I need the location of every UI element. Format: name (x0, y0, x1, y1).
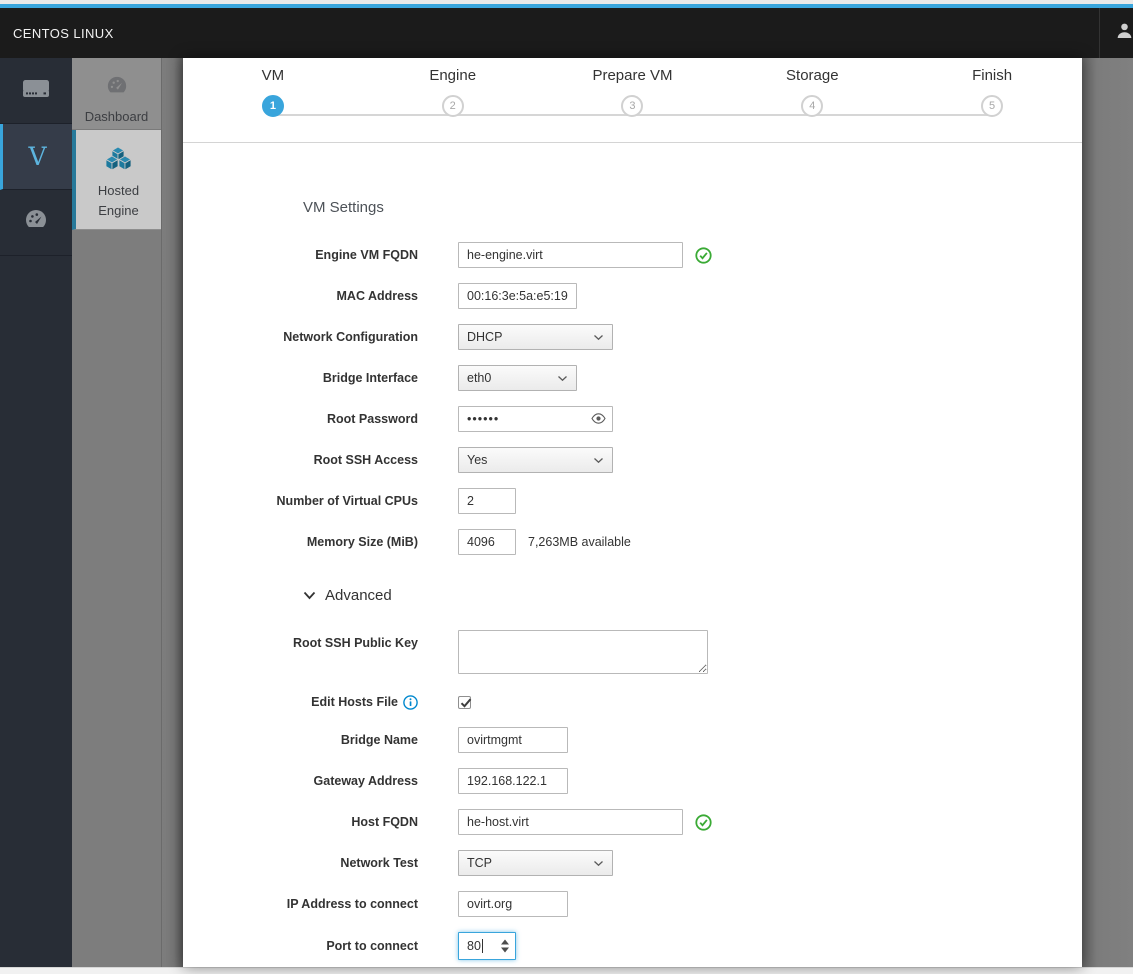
hosted-engine-label-line1: Hosted (97, 183, 140, 198)
memory-available-note: 7,263MB available (528, 535, 631, 549)
root-ssh-public-key-label: Root SSH Public Key (292, 636, 418, 650)
text-caret (481, 939, 483, 953)
section-title: VM Settings (303, 199, 384, 216)
host-fqdn-label: Host FQDN (351, 815, 418, 829)
check-circle-icon (695, 246, 712, 264)
bridge-interface-select[interactable]: eth0 (458, 365, 577, 391)
wizard-steps-header: VM 1 Engine 2 Prepare VM 3 Storage 4 Fin… (183, 58, 1082, 143)
root-ssh-access-label: Root SSH Access (313, 453, 418, 467)
wizard-steps: VM 1 Engine 2 Prepare VM 3 Storage 4 Fin… (183, 58, 1082, 117)
vm-settings-form: VM Settings Engine VM FQDN MAC Address N… (183, 143, 1082, 967)
bridge-name-input[interactable] (458, 727, 568, 753)
chevron-down-icon (303, 587, 316, 604)
step-storage[interactable]: Storage 4 (722, 67, 902, 117)
navbar-right (1099, 8, 1133, 58)
engine-vm-fqdn-label: Engine VM FQDN (315, 248, 418, 262)
network-configuration-select[interactable]: DHCP (458, 324, 613, 350)
edit-hosts-file-checkbox[interactable] (458, 696, 472, 709)
vm-plugin-letter: V (28, 142, 47, 171)
root-ssh-access-select[interactable]: Yes (458, 447, 613, 473)
step-dot-2: 2 (441, 95, 464, 117)
gateway-address-label: Gateway Address (313, 774, 418, 788)
mac-address-input[interactable] (458, 283, 577, 309)
chevron-down-icon (593, 860, 604, 867)
top-navbar: CENTOS LINUX (0, 8, 1133, 58)
spinner-up-icon[interactable] (501, 939, 509, 945)
sidebar-item-machines[interactable] (0, 58, 72, 124)
advanced-section-title: Advanced (325, 587, 392, 604)
step-finish[interactable]: Finish 5 (902, 67, 1082, 117)
chevron-down-icon (593, 334, 604, 341)
network-test-label: Network Test (340, 856, 418, 870)
ip-address-to-connect-label: IP Address to connect (286, 897, 418, 911)
cubes-icon (105, 146, 132, 175)
port-to-connect-input[interactable]: 80 (458, 932, 516, 960)
bridge-interface-label: Bridge Interface (322, 371, 418, 385)
eye-icon[interactable] (591, 412, 606, 430)
step-dot-4: 4 (801, 95, 824, 117)
sidebar-item-dashboard[interactable] (0, 190, 72, 256)
secondary-sidebar-items: Dashboard Hosted Engine (72, 58, 162, 967)
chevron-down-icon (593, 457, 604, 464)
hosted-engine-label-line2: Engine (98, 203, 139, 218)
hosted-engine-wizard-dialog: VM 1 Engine 2 Prepare VM 3 Storage 4 Fin… (183, 58, 1082, 967)
spinner-down-icon[interactable] (501, 947, 509, 953)
info-icon[interactable] (403, 694, 418, 710)
host-fqdn-input[interactable] (458, 809, 683, 835)
user-menu-button[interactable] (1099, 8, 1133, 58)
virtual-cpus-label: Number of Virtual CPUs (276, 494, 418, 508)
root-ssh-public-key-textarea[interactable] (458, 630, 708, 674)
primary-sidebar: V (0, 58, 72, 967)
step-vm[interactable]: VM 1 (183, 67, 363, 117)
network-configuration-label: Network Configuration (283, 330, 418, 344)
chevron-down-icon (557, 375, 568, 382)
root-password-field (458, 406, 613, 432)
dashboard-gauge-icon (24, 208, 48, 237)
dimmed-overlay-right (1082, 58, 1133, 967)
step-dot-3: 3 (621, 95, 644, 117)
step-engine[interactable]: Engine 2 (362, 67, 543, 117)
secondary-sidebar: Dashboard Hosted Engine (72, 58, 183, 967)
network-test-select[interactable]: TCP (458, 850, 613, 876)
bridge-name-label: Bridge Name (340, 733, 418, 747)
dashboard-gauge-icon (106, 76, 128, 101)
sidebar-item-vm-plugin[interactable]: V (0, 124, 72, 190)
mac-address-label: MAC Address (336, 289, 419, 303)
brand-label: CENTOS LINUX (13, 25, 114, 41)
number-spinner[interactable] (501, 939, 509, 953)
engine-vm-fqdn-input[interactable] (458, 242, 683, 268)
page-bottom-strip (0, 967, 1133, 974)
root-password-input[interactable] (458, 406, 613, 432)
dimmed-gutter (163, 58, 183, 967)
port-to-connect-label: Port to connect (326, 939, 418, 953)
step-prepare-vm[interactable]: Prepare VM 3 (542, 67, 723, 117)
sidebar-item-hosted-engine[interactable]: Hosted Engine (72, 130, 161, 230)
ip-address-to-connect-input[interactable] (458, 891, 568, 917)
step-dot-1: 1 (261, 95, 284, 117)
edit-hosts-file-label: Edit Hosts File (183, 689, 458, 715)
dashboard-label: Dashboard (84, 109, 149, 124)
gateway-address-input[interactable] (458, 768, 568, 794)
memory-size-label: Memory Size (MiB) (306, 535, 418, 549)
advanced-section-toggle[interactable]: Advanced (303, 587, 1082, 604)
root-password-label: Root Password (327, 412, 418, 426)
sidebar-item-dashboard-page[interactable]: Dashboard (72, 58, 161, 130)
check-circle-icon (695, 813, 712, 831)
sidebar-filler (0, 256, 72, 967)
memory-size-input[interactable] (458, 529, 516, 555)
step-dot-5: 5 (981, 95, 1004, 117)
user-icon (1116, 22, 1133, 44)
virtual-cpus-input[interactable] (458, 488, 516, 514)
server-icon (22, 79, 50, 103)
